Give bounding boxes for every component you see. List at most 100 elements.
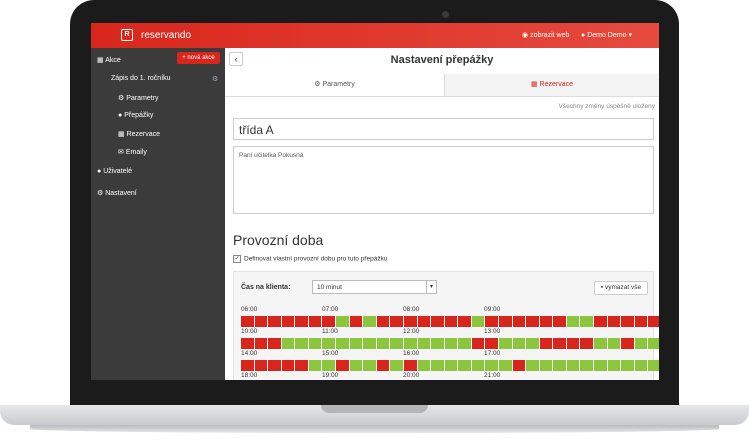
time-slot-open[interactable] [526,360,539,371]
user-menu[interactable]: ● Demo Demo ▾ [581,31,632,39]
time-slot-open[interactable] [539,360,553,371]
time-slot-open[interactable] [322,360,336,371]
time-slot-open[interactable] [336,316,349,327]
time-slot-open[interactable] [458,360,471,371]
time-slot-closed[interactable] [539,316,553,327]
time-slot-closed[interactable] [485,316,498,327]
time-slot-closed[interactable] [539,338,553,349]
time-slot-closed[interactable] [512,316,526,327]
checkbox-checked-icon[interactable]: ✓ [233,255,241,263]
time-slot-open[interactable] [349,338,363,349]
time-slot-closed[interactable] [322,316,336,327]
time-slot-open[interactable] [417,360,431,371]
sidebar-item-akce[interactable]: ▦ Akce [97,56,121,64]
tab-parametry[interactable]: ⚙ Parametry [225,74,445,96]
time-slot-open[interactable] [349,360,363,371]
time-slot-closed[interactable] [403,360,417,371]
time-slot-closed[interactable] [403,316,417,327]
sidebar-item-event[interactable]: Zápis do 1. ročníku [111,75,171,82]
time-slot-closed[interactable] [512,360,526,371]
show-web-link[interactable]: ◉ zobrazit web [522,31,569,39]
time-slot-closed[interactable] [553,338,566,349]
brand-name[interactable]: reservando [141,30,191,41]
clear-all-button[interactable]: ▪ vymazat vše [594,281,648,295]
time-slot-open[interactable] [607,360,621,371]
time-slot-closed[interactable] [268,360,281,371]
time-slot-closed[interactable] [634,316,648,327]
time-slot-open[interactable] [363,338,376,349]
tab-rezervace[interactable]: ▦ Rezervace [445,74,659,96]
time-slot-closed[interactable] [295,360,308,371]
time-slot-closed[interactable] [390,316,403,327]
time-slot-open[interactable] [458,338,471,349]
time-slot-closed[interactable] [241,360,254,371]
time-slot-open[interactable] [471,360,485,371]
time-slot-open[interactable] [594,360,607,371]
sidebar-item-rezervace[interactable]: ▦ Rezervace [118,130,160,138]
time-slot-closed[interactable] [526,316,539,327]
time-slot-closed[interactable] [241,316,254,327]
time-slot-closed[interactable] [485,338,498,349]
time-slot-closed[interactable] [607,316,621,327]
time-slot-open[interactable] [485,360,498,371]
sidebar-item-parametry[interactable]: ⚙ Parametry [118,94,159,102]
time-slot-closed[interactable] [431,316,444,327]
time-slot-closed[interactable] [254,338,268,349]
time-slot-closed[interactable] [268,316,281,327]
time-slot-open[interactable] [308,338,322,349]
time-slot-open[interactable] [607,338,621,349]
time-slot-open[interactable] [553,360,566,371]
time-slot-open[interactable] [634,338,648,349]
time-slot-open[interactable] [403,338,417,349]
sidebar-item-uzivatele[interactable]: ● Uživatelé [97,168,132,175]
time-slot-open[interactable] [580,360,594,371]
time-slot-closed[interactable] [444,316,458,327]
time-slot-open[interactable] [308,360,322,371]
time-slot-open[interactable] [566,316,580,327]
time-slot-open[interactable] [390,338,403,349]
time-slot-open[interactable] [634,360,648,371]
time-slot-open[interactable] [621,360,634,371]
client-time-select[interactable]: 10 minut ▾ [312,280,437,294]
time-slot-closed[interactable] [376,316,390,327]
time-slot-open[interactable] [322,338,336,349]
new-action-button[interactable]: + nová akce [177,52,220,64]
time-slot-closed[interactable] [336,360,349,371]
time-slot-closed[interactable] [594,316,607,327]
time-slot-closed[interactable] [376,360,390,371]
time-slot-open[interactable] [498,338,512,349]
sidebar-item-prepazky[interactable]: ● Přepážky [118,112,153,119]
time-slot-closed[interactable] [498,316,512,327]
time-slot-closed[interactable] [648,316,659,327]
time-slot-closed[interactable] [281,360,295,371]
time-slot-closed[interactable] [471,338,485,349]
time-slot-closed[interactable] [254,316,268,327]
time-slot-open[interactable] [444,338,458,349]
time-slot-open[interactable] [417,338,431,349]
time-slot-closed[interactable] [349,316,363,327]
time-slot-closed[interactable] [254,360,268,371]
sidebar-item-nastaveni[interactable]: ⚙ Nastavení [97,189,137,197]
time-slot-closed[interactable] [580,338,594,349]
time-slot-closed[interactable] [621,338,634,349]
time-slot-closed[interactable] [458,316,471,327]
time-slot-open[interactable] [526,338,539,349]
time-slot-open[interactable] [363,316,376,327]
time-slot-closed[interactable] [621,316,634,327]
time-slot-open[interactable] [444,360,458,371]
name-input[interactable]: třída A [233,118,654,140]
time-slot-open[interactable] [471,316,485,327]
time-slot-open[interactable] [580,316,594,327]
event-settings-icon[interactable]: ⚙ [212,75,218,83]
time-slot-open[interactable] [498,360,512,371]
time-slot-open[interactable] [512,338,526,349]
time-slot-closed[interactable] [268,338,281,349]
time-slot-open[interactable] [376,338,390,349]
time-slot-open[interactable] [363,360,376,371]
time-slot-closed[interactable] [241,338,254,349]
time-slot-open[interactable] [295,338,308,349]
time-slot-closed[interactable] [566,338,580,349]
description-textarea[interactable]: Paní učitelka Pokusná [233,146,654,214]
time-slot-open[interactable] [594,338,607,349]
time-slot-closed[interactable] [308,316,322,327]
